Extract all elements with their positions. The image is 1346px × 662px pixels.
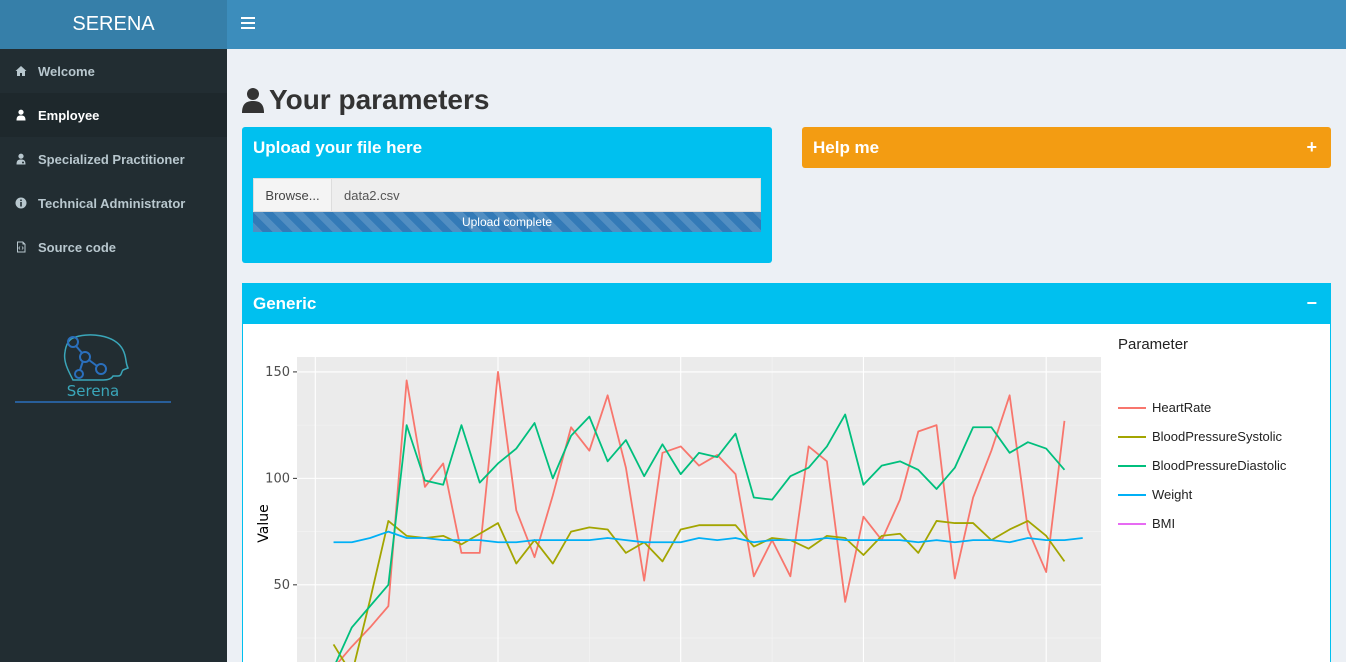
- generic-box-header: Generic −: [242, 283, 1331, 324]
- brand-logo[interactable]: SERENA: [0, 0, 227, 49]
- legend-swatch: [1118, 493, 1146, 496]
- sidebar-item-label: Employee: [38, 107, 100, 123]
- legend-label: BMI: [1152, 516, 1176, 531]
- collapse-icon[interactable]: −: [1306, 294, 1317, 312]
- upload-progress-label: Upload complete: [461, 215, 553, 229]
- expand-icon[interactable]: +: [1306, 138, 1317, 156]
- legend-label: HeartRate: [1152, 400, 1212, 415]
- sidebar-item-source-code[interactable]: Source code: [0, 225, 227, 269]
- legend-label: Weight: [1152, 487, 1193, 502]
- page-title-text: Your parameters: [269, 84, 490, 115]
- hamburger-icon[interactable]: [241, 17, 255, 31]
- legend-item: BloodPressureSystolic: [1118, 422, 1286, 451]
- upload-progress-bar: Upload complete: [253, 212, 761, 232]
- sidebar-menu: Welcome Employee Specialized Practitione…: [0, 49, 227, 269]
- page-title: Your parameters: [242, 84, 489, 116]
- legend-item: HeartRate: [1118, 393, 1286, 422]
- sidebar-item-label: Welcome: [38, 63, 95, 79]
- generic-box-title: Generic: [253, 293, 317, 313]
- legend-label: BloodPressureDiastolic: [1152, 458, 1287, 473]
- top-navbar: [227, 0, 1346, 49]
- legend-swatch: [1118, 522, 1146, 525]
- sidebar-item-welcome[interactable]: Welcome: [0, 49, 227, 93]
- legend-swatch: [1118, 406, 1146, 409]
- info-circle-icon: [15, 197, 27, 209]
- file-code-icon: [15, 241, 27, 253]
- file-name-field[interactable]: data2.csv: [332, 178, 761, 212]
- browse-button[interactable]: Browse...: [253, 178, 332, 212]
- user-icon: [242, 88, 264, 113]
- user-icon: [15, 109, 27, 121]
- serena-logo: Serena: [15, 332, 171, 404]
- plot-panel: [297, 357, 1101, 662]
- sidebar-item-employee[interactable]: Employee: [0, 93, 227, 137]
- legend-swatch: [1118, 464, 1146, 467]
- y-axis-label: Value: [256, 504, 272, 542]
- line-chart: 50 100 150 Value: [256, 357, 1101, 662]
- legend-title: Parameter: [1118, 336, 1189, 353]
- generic-box: Generic − 50 100 150 Value Parameter HeartR…: [242, 283, 1331, 662]
- help-box: Help me +: [802, 127, 1331, 168]
- user-md-icon: [15, 153, 27, 165]
- sidebar-item-technical-administrator[interactable]: Technical Administrator: [0, 181, 227, 225]
- legend-item: BloodPressureDiastolic: [1118, 451, 1286, 480]
- legend-item: Weight: [1118, 480, 1286, 509]
- sidebar-item-label: Technical Administrator: [38, 195, 186, 211]
- chart-legend: Parameter HeartRate BloodPressureSystolic…: [1118, 336, 1286, 538]
- upload-box: Upload your file here Browse... data2.cs…: [242, 127, 772, 263]
- legend-label: BloodPressureSystolic: [1152, 429, 1283, 444]
- home-icon: [15, 65, 27, 77]
- logo-text: Serena: [67, 382, 120, 400]
- upload-box-title: Upload your file here: [253, 137, 423, 157]
- y-tick-label: 100: [265, 471, 290, 486]
- file-input-group: Browse... data2.csv: [253, 178, 761, 212]
- legend-swatch: [1118, 435, 1146, 438]
- legend-item: BMI: [1118, 509, 1286, 538]
- sidebar-item-label: Specialized Practitioner: [38, 151, 185, 167]
- upload-box-header: Upload your file here: [242, 127, 772, 168]
- y-tick-label: 50: [273, 578, 290, 593]
- y-tick-label: 150: [265, 365, 290, 380]
- sidebar: SERENA Welcome Employee Specialized Prac…: [0, 0, 227, 662]
- sidebar-item-specialized-practitioner[interactable]: Specialized Practitioner: [0, 137, 227, 181]
- help-box-title: Help me: [813, 137, 880, 157]
- sidebar-item-label: Source code: [38, 239, 117, 255]
- help-box-header[interactable]: Help me +: [802, 127, 1331, 168]
